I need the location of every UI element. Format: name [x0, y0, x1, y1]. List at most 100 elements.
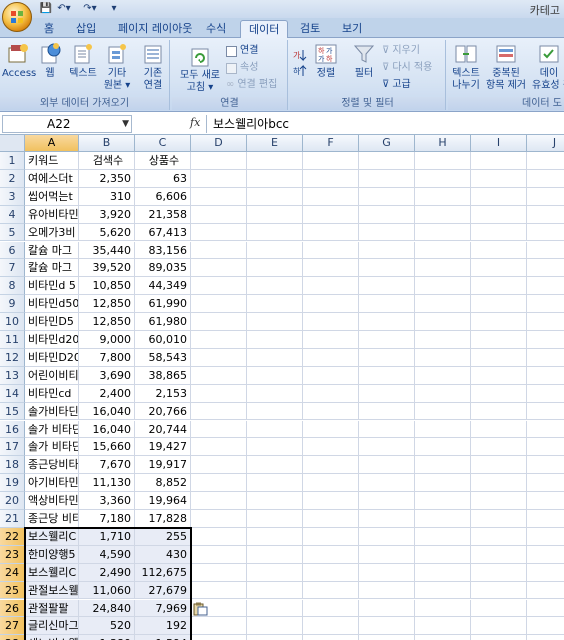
row-header[interactable]: 15: [0, 402, 25, 421]
name-box[interactable]: A22 ▼: [2, 115, 132, 133]
cell-j15[interactable]: [527, 403, 564, 421]
row-header[interactable]: 2: [0, 169, 25, 188]
cell-d19[interactable]: [191, 474, 247, 493]
cell-a23[interactable]: 한미양행5: [25, 545, 79, 564]
cell-f5[interactable]: [303, 223, 359, 242]
cell-f19[interactable]: [303, 474, 359, 493]
cell-j24[interactable]: [527, 564, 564, 582]
column-header-h[interactable]: H: [415, 135, 471, 152]
cell-f21[interactable]: [303, 510, 359, 528]
cell-f15[interactable]: [303, 402, 359, 421]
cell-a4[interactable]: 유아비타민: [25, 205, 79, 224]
cell-i7[interactable]: [471, 259, 527, 278]
cell-a19[interactable]: 아기비타민: [25, 474, 79, 493]
cell-c24[interactable]: 112,675: [135, 563, 191, 582]
access-button[interactable]: Access: [2, 42, 36, 80]
cell-c19[interactable]: 8,852: [135, 474, 191, 493]
tab-page-layout[interactable]: 페이지 레이아웃: [110, 20, 200, 38]
cell-c1[interactable]: 상품수: [135, 152, 191, 170]
cell-i22[interactable]: [471, 527, 527, 546]
cell-h5[interactable]: [415, 223, 471, 242]
cell-c11[interactable]: 60,010: [135, 331, 191, 349]
column-header-c[interactable]: C: [135, 135, 191, 152]
cell-g14[interactable]: [359, 384, 415, 403]
cell-f3[interactable]: [303, 187, 359, 206]
cell-b2[interactable]: 2,350: [79, 169, 135, 188]
cell-h23[interactable]: [415, 545, 471, 564]
cell-g3[interactable]: [359, 187, 415, 206]
cell-c16[interactable]: 20,744: [135, 420, 191, 439]
cell-h12[interactable]: [415, 348, 471, 367]
cell-f12[interactable]: [303, 348, 359, 367]
cell-i11[interactable]: [471, 331, 527, 349]
cell-e3[interactable]: [247, 187, 303, 206]
cell-f28[interactable]: [303, 635, 359, 640]
properties-button[interactable]: 속성: [226, 61, 258, 75]
cell-e1[interactable]: [247, 152, 303, 170]
undo-icon[interactable]: ↶▾: [56, 2, 72, 16]
cell-d15[interactable]: [191, 402, 247, 421]
cell-f26[interactable]: [303, 599, 359, 618]
cell-b12[interactable]: 7,800: [79, 348, 135, 367]
cell-h11[interactable]: [415, 331, 471, 349]
cell-i6[interactable]: [471, 241, 527, 260]
cell-a22[interactable]: 보스웰리C: [25, 527, 79, 546]
text-to-columns-button[interactable]: 텍스트 나누기: [450, 42, 482, 92]
cell-a5[interactable]: 오메가3비: [25, 223, 79, 242]
cell-h26[interactable]: [415, 599, 471, 618]
cell-e22[interactable]: [247, 527, 303, 546]
cell-h21[interactable]: [415, 510, 471, 528]
office-button[interactable]: [2, 2, 32, 32]
cell-b5[interactable]: 5,620: [79, 223, 135, 242]
cell-d4[interactable]: [191, 205, 247, 224]
cell-f10[interactable]: [303, 313, 359, 331]
cell-f17[interactable]: [303, 438, 359, 457]
cell-a27[interactable]: 글리신마그: [25, 617, 79, 636]
cell-f11[interactable]: [303, 331, 359, 349]
row-header[interactable]: 17: [0, 438, 25, 457]
cell-b8[interactable]: 10,850: [79, 277, 135, 296]
row-header[interactable]: 22: [0, 527, 25, 546]
cell-i21[interactable]: [471, 510, 527, 528]
cell-h8[interactable]: [415, 277, 471, 296]
cell-g12[interactable]: [359, 348, 415, 367]
cell-c21[interactable]: 17,828: [135, 510, 191, 528]
cell-d10[interactable]: [191, 313, 247, 331]
cell-j23[interactable]: [527, 546, 564, 564]
cell-j7[interactable]: [527, 259, 564, 278]
cell-j19[interactable]: [527, 474, 564, 493]
cell-j13[interactable]: [527, 367, 564, 385]
customize-icon[interactable]: ▾: [106, 2, 122, 16]
row-header[interactable]: 6: [0, 241, 25, 260]
cell-d18[interactable]: [191, 456, 247, 475]
tab-review[interactable]: 검토: [292, 20, 328, 38]
cell-g28[interactable]: [359, 635, 415, 640]
spreadsheet-grid[interactable]: A B C D E F G H I J 1 키워드 검색수 상품수 2 여에스더t 2,350 63 3 씹어먹는t 3…: [0, 135, 564, 640]
cell-g13[interactable]: [359, 366, 415, 385]
cell-d8[interactable]: [191, 277, 247, 296]
cell-e16[interactable]: [247, 420, 303, 439]
cell-g4[interactable]: [359, 205, 415, 224]
column-header-i[interactable]: I: [471, 135, 527, 152]
cell-j1[interactable]: [527, 152, 564, 170]
chevron-down-icon[interactable]: ▼: [122, 116, 129, 132]
cell-f18[interactable]: [303, 456, 359, 475]
formula-input[interactable]: 보스웰리아bcc: [206, 115, 564, 133]
cell-f4[interactable]: [303, 205, 359, 224]
cell-a25[interactable]: 관절보스웰: [25, 581, 79, 600]
cell-j14[interactable]: [527, 385, 564, 403]
cell-h2[interactable]: [415, 169, 471, 188]
refresh-all-button[interactable]: 모두 새로 고침 ▾: [176, 46, 224, 94]
cell-d12[interactable]: [191, 348, 247, 367]
cell-a6[interactable]: 칼슘 마그: [25, 241, 79, 260]
cell-f6[interactable]: [303, 241, 359, 260]
cell-c8[interactable]: 44,349: [135, 277, 191, 296]
save-icon[interactable]: 💾: [38, 2, 54, 16]
cell-b18[interactable]: 7,670: [79, 456, 135, 475]
cell-j28[interactable]: [527, 635, 564, 640]
cell-c2[interactable]: 63: [135, 169, 191, 188]
cell-h27[interactable]: [415, 617, 471, 636]
cell-h3[interactable]: [415, 187, 471, 206]
cell-c13[interactable]: 38,865: [135, 366, 191, 385]
cell-d17[interactable]: [191, 438, 247, 457]
